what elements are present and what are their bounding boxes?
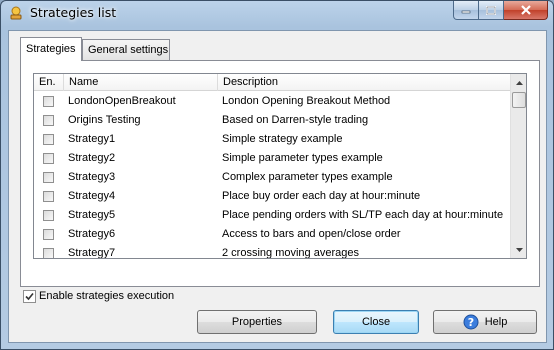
table-row[interactable]: Strategy6 Access to bars and open/close o… (34, 225, 510, 244)
enabled-checkbox[interactable] (43, 191, 54, 202)
properties-button[interactable]: Properties (197, 310, 317, 334)
tab-strategies[interactable]: Strategies (20, 37, 82, 61)
strategy-name: Strategy3 (68, 171, 116, 183)
enable-execution-checkbox[interactable] (23, 289, 36, 303)
table-row[interactable]: LondonOpenBreakout London Opening Breakou… (34, 92, 510, 111)
strategy-name: Strategy2 (68, 152, 116, 164)
enable-execution-label[interactable]: Enable strategies execution (39, 290, 174, 302)
app-icon (10, 6, 22, 20)
checkmark-icon (25, 292, 34, 300)
window-title: Strategies list (30, 5, 117, 20)
column-header-name[interactable]: Name (64, 74, 218, 91)
enabled-checkbox[interactable] (43, 96, 54, 107)
scrollbar-thumb[interactable] (512, 92, 526, 108)
strategy-description: 2 crossing moving averages (222, 247, 359, 259)
help-icon: ? (463, 314, 479, 330)
vertical-scrollbar[interactable] (510, 74, 526, 258)
minimize-button[interactable] (453, 1, 479, 20)
scroll-down-arrow-icon (516, 247, 523, 252)
strategy-description: Place buy order each day at hour:minute (222, 190, 421, 202)
strategy-name: Strategy1 (68, 133, 116, 145)
close-button-label: Close (361, 316, 391, 328)
enabled-checkbox[interactable] (43, 115, 54, 126)
table-row[interactable]: Strategy1 Simple strategy example (34, 130, 510, 149)
table-row[interactable]: Strategy3 Complex parameter types example (34, 168, 510, 187)
help-button-label: Help (484, 316, 508, 328)
table-row[interactable]: Strategy5 Place pending orders with SL/TP… (34, 206, 510, 225)
title-bar[interactable]: Strategies list (1, 1, 553, 27)
enabled-checkbox[interactable] (43, 134, 54, 145)
window-close-button[interactable] (504, 1, 548, 20)
table-row[interactable]: Strategy7 2 crossing moving averages (34, 244, 510, 259)
enable-execution-option[interactable]: Enable strategies execution (23, 288, 174, 304)
strategy-description: Place pending orders with SL/TP each day… (222, 209, 504, 221)
enabled-checkbox[interactable] (43, 172, 54, 183)
strategy-name: LondonOpenBreakout (68, 95, 176, 107)
strategies-list[interactable]: En. Name Description LondonOpenBreakout L… (33, 73, 527, 259)
strategy-name: Strategy5 (68, 209, 116, 221)
maximize-button[interactable] (479, 1, 504, 20)
strategy-description: Complex parameter types example (222, 171, 393, 183)
tab-general-settings[interactable]: General settings (82, 39, 170, 60)
strategies-tab-panel: En. Name Description LondonOpenBreakout L… (20, 60, 540, 287)
scroll-down-button[interactable] (511, 241, 526, 258)
table-row[interactable]: Strategy4 Place buy order each day at hou… (34, 187, 510, 206)
strategy-name: Strategy4 (68, 190, 116, 202)
enabled-checkbox[interactable] (43, 153, 54, 164)
table-row[interactable]: Origins Testing Based on Darren-style tra… (34, 111, 510, 130)
scroll-up-button[interactable] (511, 74, 526, 91)
close-button[interactable]: Close (333, 310, 419, 334)
strategy-description: Access to bars and open/close order (222, 228, 401, 240)
strategy-name: Strategy7 (68, 247, 116, 259)
table-row[interactable]: Strategy2 Simple parameter types example (34, 149, 510, 168)
strategy-description: London Opening Breakout Method (222, 95, 391, 107)
dialog-body: Strategies General settings En. Name Des… (8, 30, 547, 343)
svg-text:?: ? (467, 316, 473, 329)
strategy-description: Simple strategy example (222, 133, 343, 145)
close-icon (520, 5, 531, 15)
list-header: En. Name Description (34, 74, 510, 91)
maximize-icon (486, 5, 496, 15)
enabled-checkbox[interactable] (43, 210, 54, 221)
column-header-description[interactable]: Description (218, 74, 510, 91)
list-rows: LondonOpenBreakout London Opening Breakou… (34, 92, 510, 259)
enabled-checkbox[interactable] (43, 229, 54, 240)
scroll-up-arrow-icon (516, 80, 523, 85)
strategy-name: Origins Testing (68, 114, 141, 126)
column-header-enabled[interactable]: En. (34, 74, 64, 91)
strategy-name: Strategy6 (68, 228, 116, 240)
enabled-checkbox[interactable] (43, 248, 54, 258)
strategy-description: Based on Darren-style trading (222, 114, 369, 126)
strategies-window: Strategies list Strategies General setti… (0, 0, 554, 350)
properties-button-label: Properties (231, 316, 283, 328)
minimize-icon (461, 10, 471, 14)
help-button[interactable]: ? Help (433, 310, 537, 334)
strategy-description: Simple parameter types example (222, 152, 383, 164)
